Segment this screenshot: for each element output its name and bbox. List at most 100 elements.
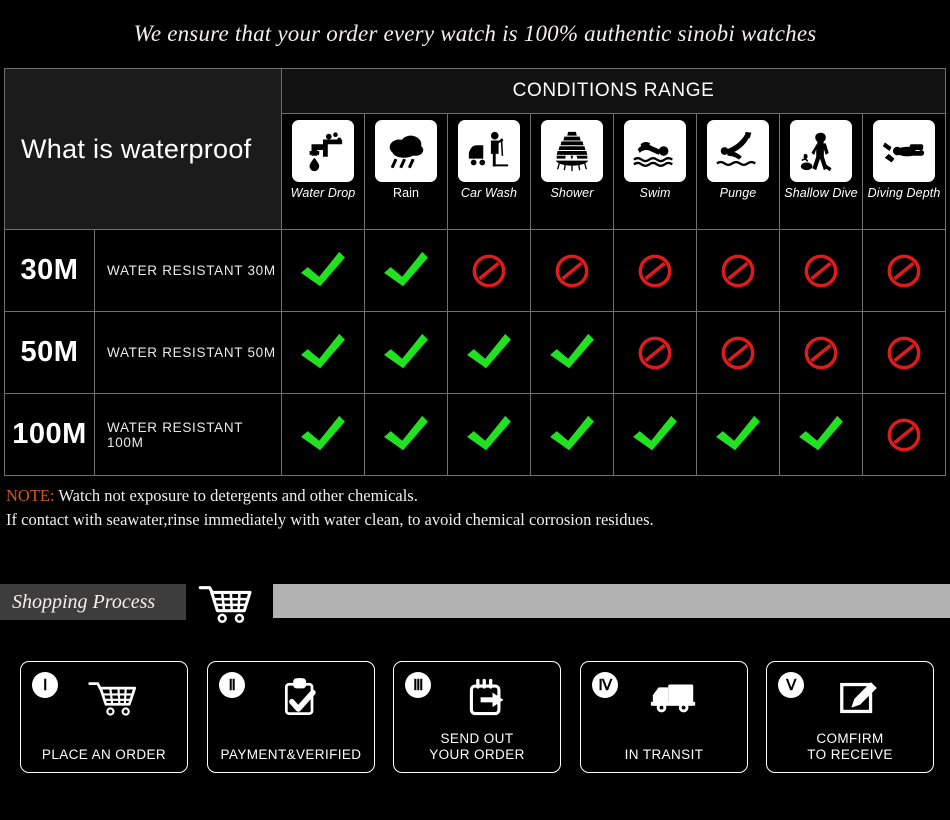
- mark-cell-6: [697, 230, 780, 311]
- pencil-square-icon: [767, 670, 933, 726]
- shopping-process-gray-bar: [273, 584, 950, 618]
- resistance-description: WATER RESISTANT 100M: [95, 394, 282, 475]
- table-header: What is waterproof CONDITIONS RANGE Wate…: [5, 69, 945, 229]
- mark-cell-3: [448, 230, 531, 311]
- process-step-5[interactable]: Ⅴ COMFIRM TO RECEIVE: [766, 661, 934, 773]
- condition-label: Rain: [392, 186, 420, 200]
- depth-rating: 100M: [5, 394, 95, 475]
- no-entry-icon: [887, 254, 921, 287]
- plunge-dive-icon: [707, 120, 769, 182]
- mark-cell-1: [282, 394, 365, 475]
- no-entry-icon: [804, 336, 838, 369]
- process-step-4[interactable]: Ⅳ IN TRANSIT: [580, 661, 748, 773]
- mark-cell-8: [863, 230, 945, 311]
- mark-cell-2: [365, 230, 448, 311]
- check-icon: [716, 415, 760, 450]
- condition-column-1: Water Drop: [282, 114, 365, 229]
- note-tag: NOTE:: [6, 486, 55, 505]
- mark-cell-6: [697, 312, 780, 393]
- no-entry-icon: [472, 254, 506, 287]
- step-label: PAYMENT&VERIFIED: [208, 747, 374, 763]
- no-entry-icon: [555, 254, 589, 287]
- mark-cell-2: [365, 312, 448, 393]
- check-icon: [467, 415, 511, 450]
- check-icon: [799, 415, 843, 450]
- conditions-range-title: CONDITIONS RANGE: [282, 69, 945, 114]
- table-row: 30M WATER RESISTANT 30M: [5, 229, 945, 311]
- process-step-3[interactable]: Ⅲ SEND OUT YOUR ORDER: [393, 661, 561, 773]
- note-line-1: NOTE: Watch not exposure to detergents a…: [6, 484, 936, 508]
- note-block: NOTE: Watch not exposure to detergents a…: [6, 484, 936, 532]
- note-text-1: Watch not exposure to detergents and oth…: [54, 486, 418, 505]
- step-label: IN TRANSIT: [581, 747, 747, 763]
- condition-column-5: Swim: [614, 114, 697, 229]
- swimmer-icon: [624, 120, 686, 182]
- check-icon: [550, 333, 594, 368]
- waterproof-infographic: We ensure that your order every watch is…: [0, 0, 950, 820]
- check-icon: [633, 415, 677, 450]
- process-step-2[interactable]: Ⅱ PAYMENT&VERIFIED: [207, 661, 375, 773]
- process-step-1[interactable]: Ⅰ PLACE AN ORDER: [20, 661, 188, 773]
- shopping-process-label-text: Shopping Process: [12, 590, 156, 613]
- step-label-line-1: PAYMENT&VERIFIED: [220, 747, 362, 762]
- condition-label: Punge: [719, 186, 757, 200]
- step-label-line-2: YOUR ORDER: [429, 747, 525, 762]
- faucet-drip-icon: [292, 120, 354, 182]
- condition-column-3: Car Wash: [448, 114, 531, 229]
- shopping-steps: Ⅰ PLACE AN ORDER Ⅱ PAYMENT&VERIFIED Ⅲ SEND…: [0, 661, 950, 776]
- shopping-cart-icon: [21, 670, 187, 726]
- check-icon: [384, 251, 428, 286]
- step-label-line-1: IN TRANSIT: [624, 747, 704, 762]
- mark-cell-5: [614, 312, 697, 393]
- resistance-description: WATER RESISTANT 50M: [95, 312, 282, 393]
- step-label-line-1: PLACE AN ORDER: [41, 747, 167, 762]
- table-header-right: CONDITIONS RANGE Water Drop Rain Car Was…: [282, 69, 945, 229]
- car-wash-icon: [458, 120, 520, 182]
- check-icon: [550, 415, 594, 450]
- step-label: COMFIRM TO RECEIVE: [767, 731, 933, 763]
- clipboard-check-icon: [208, 670, 374, 726]
- check-icon: [301, 333, 345, 368]
- mark-cell-8: [863, 394, 945, 475]
- depth-rating: 50M: [5, 312, 95, 393]
- no-entry-icon: [721, 254, 755, 287]
- resistance-description: WATER RESISTANT 30M: [95, 230, 282, 311]
- waterproof-table: What is waterproof CONDITIONS RANGE Wate…: [4, 68, 946, 476]
- mark-cell-3: [448, 394, 531, 475]
- mark-cell-4: [531, 230, 614, 311]
- condition-column-7: Shallow Dive: [780, 114, 863, 229]
- condition-label: Car Wash: [460, 186, 518, 200]
- mark-cell-7: [780, 312, 863, 393]
- check-icon: [467, 333, 511, 368]
- no-entry-icon: [887, 336, 921, 369]
- note-line-2: If contact with seawater,rinse immediate…: [6, 510, 654, 529]
- mark-cell-2: [365, 394, 448, 475]
- mark-cell-1: [282, 312, 365, 393]
- no-entry-icon: [721, 336, 755, 369]
- table-header-left: What is waterproof: [5, 69, 282, 229]
- condition-column-8: Diving Depth: [863, 114, 945, 229]
- mark-cell-6: [697, 394, 780, 475]
- check-icon: [301, 251, 345, 286]
- shallow-dive-icon: [790, 120, 852, 182]
- table-row: 100M WATER RESISTANT 100M: [5, 393, 945, 475]
- no-entry-icon: [638, 254, 672, 287]
- condition-label: Shower: [550, 186, 594, 200]
- rain-cloud-icon: [375, 120, 437, 182]
- mark-cell-3: [448, 312, 531, 393]
- banner-text: We ensure that your order every watch is…: [133, 21, 817, 46]
- condition-label: Water Drop: [290, 186, 356, 200]
- condition-label: Diving Depth: [867, 186, 941, 200]
- shopping-process-label: Shopping Process: [0, 584, 186, 620]
- check-icon: [301, 415, 345, 450]
- mark-cell-1: [282, 230, 365, 311]
- check-icon: [384, 333, 428, 368]
- condition-label: Swim: [639, 186, 671, 200]
- depth-rating: 30M: [5, 230, 95, 311]
- shower-icon: [541, 120, 603, 182]
- step-label: SEND OUT YOUR ORDER: [394, 731, 560, 763]
- condition-label: Shallow Dive: [784, 186, 858, 200]
- condition-column-2: Rain: [365, 114, 448, 229]
- scuba-diver-icon: [873, 120, 935, 182]
- conditions-row: Water Drop Rain Car Wash Shower Swim Pun…: [282, 114, 945, 229]
